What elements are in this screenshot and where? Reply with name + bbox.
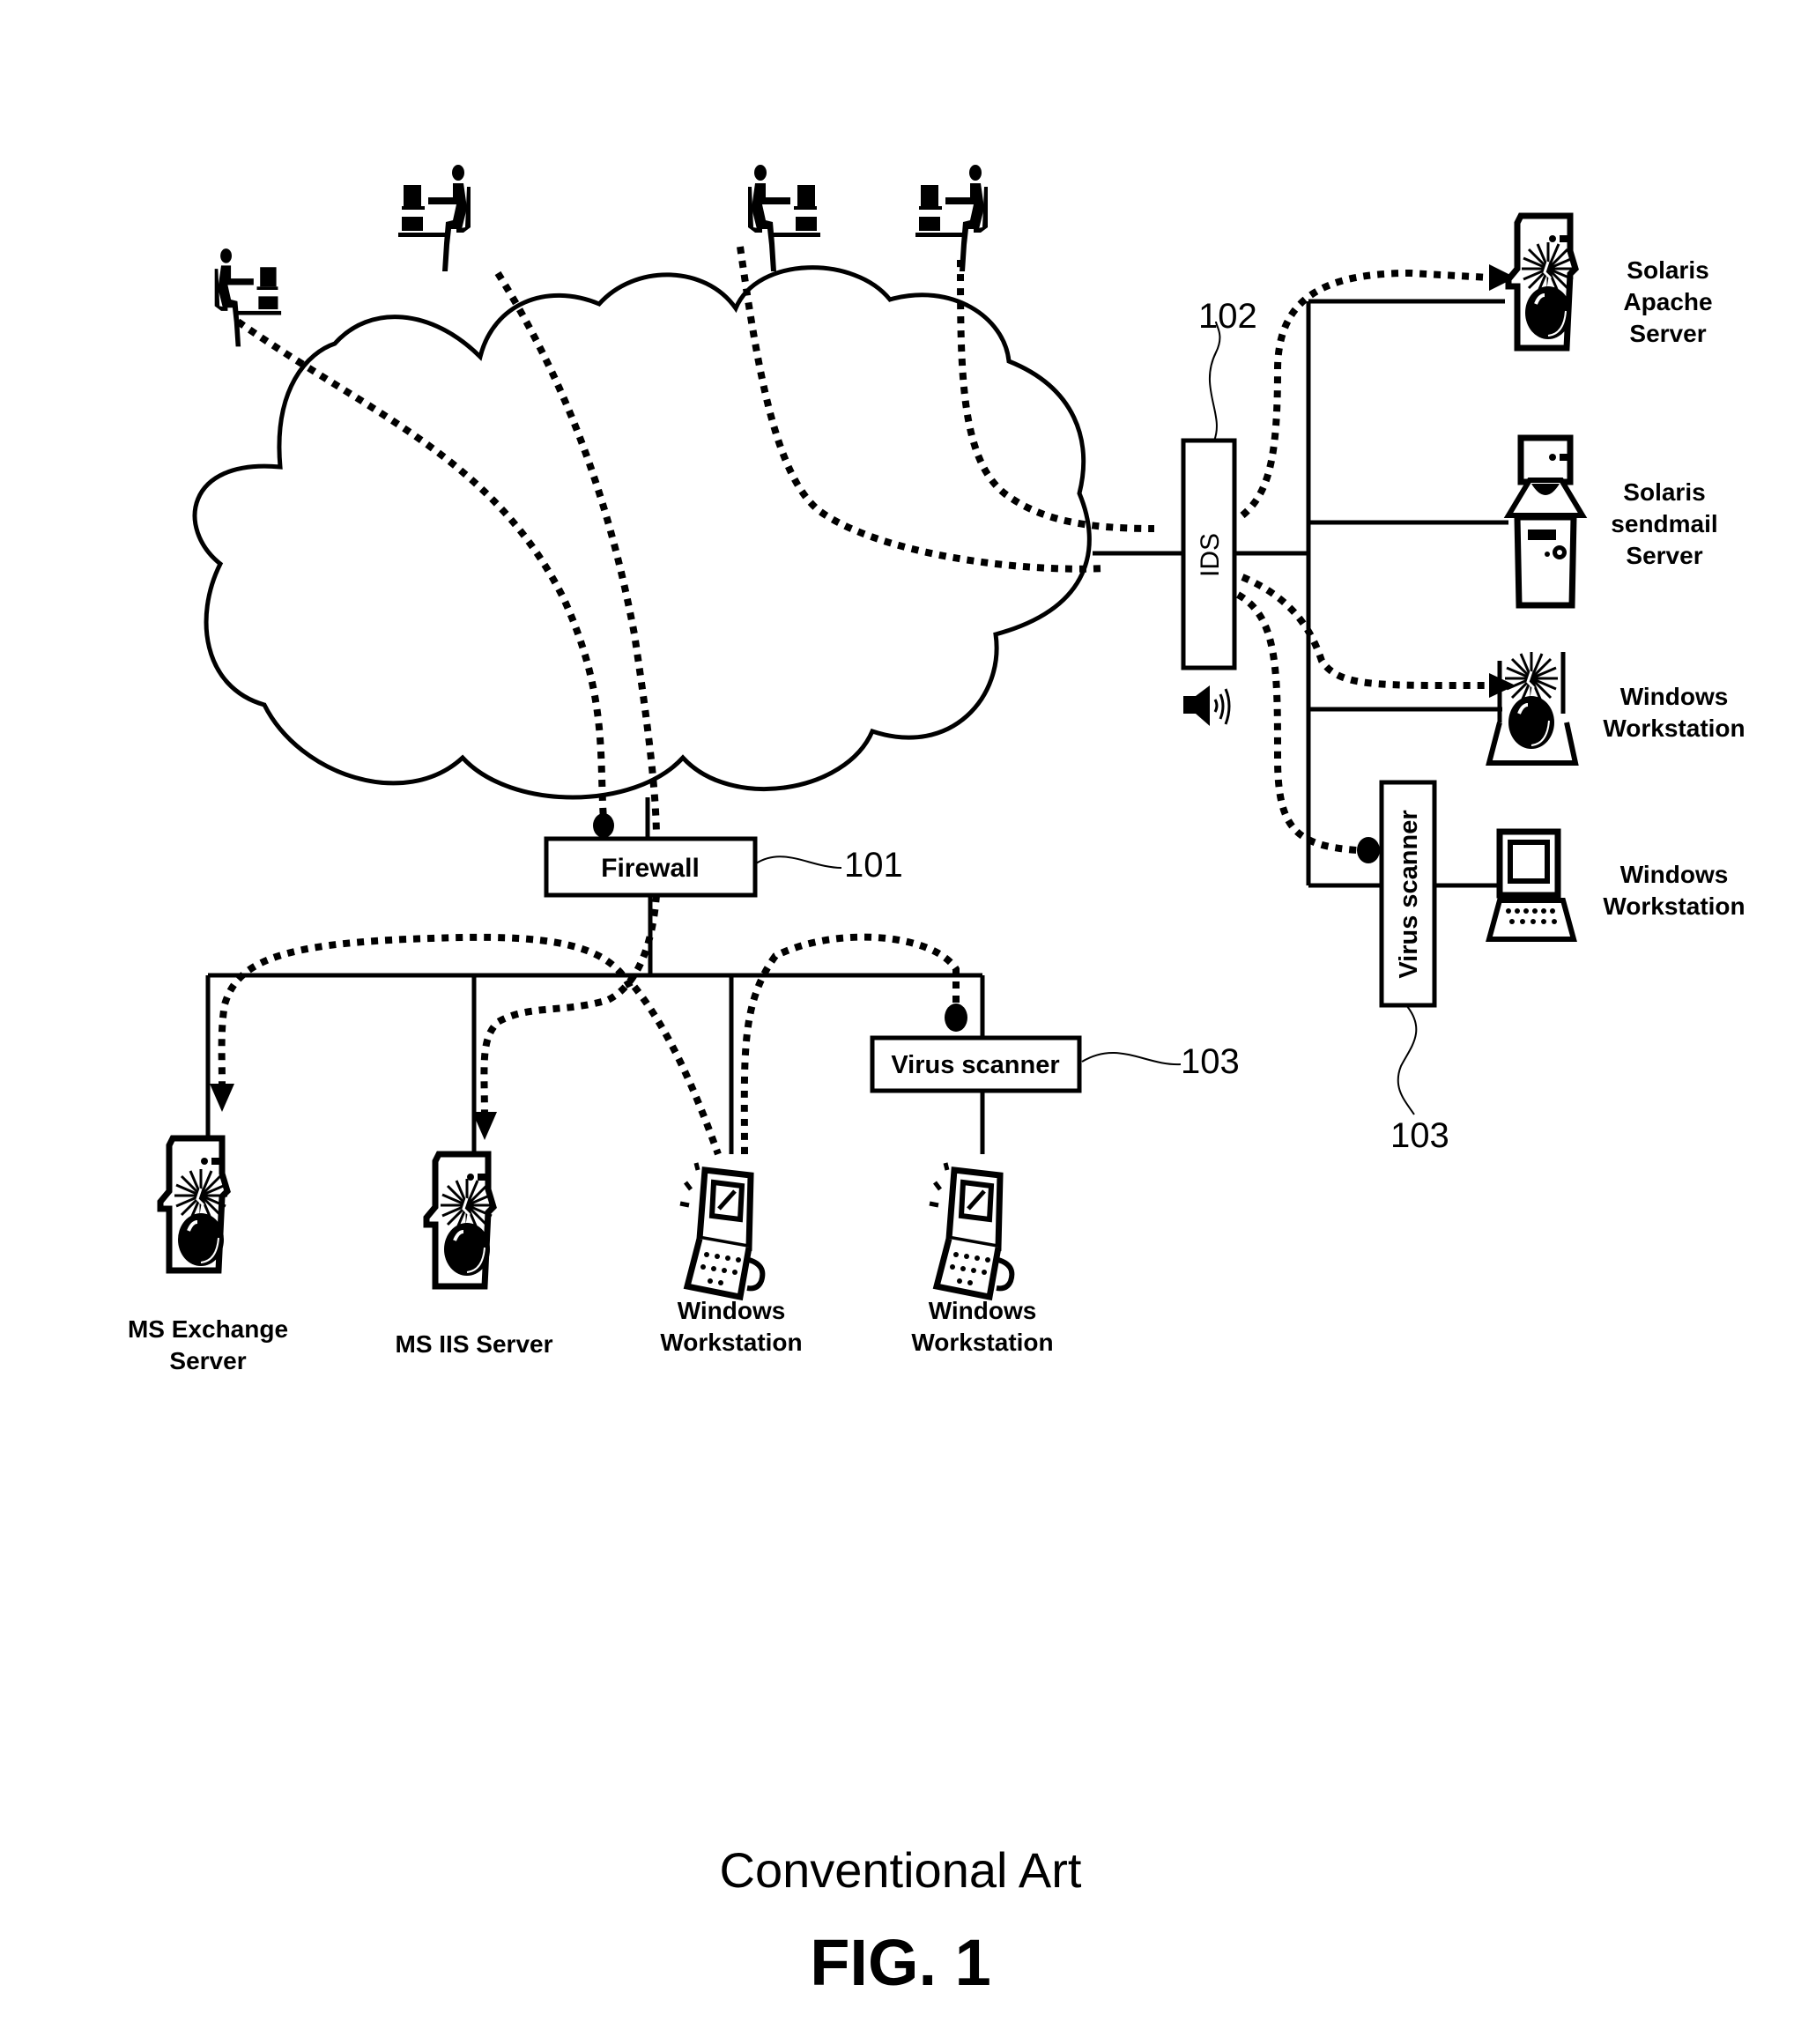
figure-caption: Conventional Art xyxy=(719,1842,1082,1898)
right-node-2-line1: Solaris xyxy=(1623,478,1705,506)
right-node-4-line2: Workstation xyxy=(1603,892,1745,920)
ms-iis-server-icon xyxy=(426,1154,493,1286)
virus-scanner-lan-leader xyxy=(1081,1052,1182,1066)
solaris-apache-server-icon xyxy=(1508,216,1575,348)
attack-paths-dmz xyxy=(1235,269,1490,854)
figure-label: FIG. 1 xyxy=(810,1926,991,1999)
user-3-icon xyxy=(748,165,820,271)
right-node-3-line2: Workstation xyxy=(1603,715,1745,742)
virus-scanner-dmz-label: Virus scanner xyxy=(1395,810,1423,978)
virus-scanner-dmz-leader xyxy=(1397,1004,1418,1115)
virus-scanner-dmz-ref: 103 xyxy=(1390,1116,1449,1155)
bottom-node-1-line2: Server xyxy=(169,1347,246,1374)
user-1-icon xyxy=(214,248,282,347)
ms-exchange-server-icon xyxy=(160,1138,227,1270)
virus-scanner-lan-label: Virus scanner xyxy=(891,1051,1059,1079)
virus-scanner-lan-ref: 103 xyxy=(1181,1042,1240,1081)
right-node-1-line2: Apache xyxy=(1623,288,1712,315)
arrow-to-exchange xyxy=(210,1084,234,1112)
bottom-node-4-line2: Workstation xyxy=(911,1329,1053,1356)
blocked-bomb-icon-dmz xyxy=(1357,837,1380,863)
bottom-node-1-line1: MS Exchange xyxy=(128,1315,288,1343)
ids-ref: 102 xyxy=(1198,297,1257,336)
bottom-node-2-line1: MS IIS Server xyxy=(396,1330,553,1358)
firewall-ref-leader xyxy=(755,855,842,869)
network-diagram: Firewall 101 Virus scanner 103 MS Exchan… xyxy=(128,165,1745,1374)
firewall-ref: 101 xyxy=(844,846,903,885)
ids-ref-leader xyxy=(1208,321,1221,441)
right-node-3-line1: Windows xyxy=(1620,683,1729,710)
solaris-sendmail-server-icon xyxy=(1503,434,1588,609)
user-2-icon xyxy=(398,165,471,271)
blocked-bomb-icon xyxy=(593,813,614,838)
right-node-1-line1: Solaris xyxy=(1627,256,1708,284)
windows-workstation-laptop-icon-2 xyxy=(930,1163,1012,1297)
windows-workstation-desktop-icon xyxy=(1486,828,1577,942)
speaker-alarm-icon xyxy=(1183,685,1231,726)
blocked-bomb-icon-lan xyxy=(945,1003,967,1032)
right-node-2-line3: Server xyxy=(1626,542,1702,569)
windows-workstation-laptop-icon-1 xyxy=(680,1163,762,1297)
dmz-bus xyxy=(1234,299,1508,888)
right-node-2-line2: sendmail xyxy=(1611,510,1717,537)
ids-label: IDS xyxy=(1196,533,1225,577)
right-node-4-line1: Windows xyxy=(1620,861,1729,888)
arrow-to-workstation xyxy=(1489,673,1516,698)
user-4-icon xyxy=(915,165,988,271)
internet-cloud xyxy=(192,265,1092,800)
bottom-node-4-line1: Windows xyxy=(929,1297,1037,1324)
bottom-node-3-line2: Workstation xyxy=(660,1329,802,1356)
bottom-node-3-line1: Windows xyxy=(678,1297,786,1324)
firewall-label: Firewall xyxy=(601,854,700,883)
right-node-1-line3: Server xyxy=(1629,320,1706,347)
attack-paths-lan xyxy=(218,894,960,1156)
